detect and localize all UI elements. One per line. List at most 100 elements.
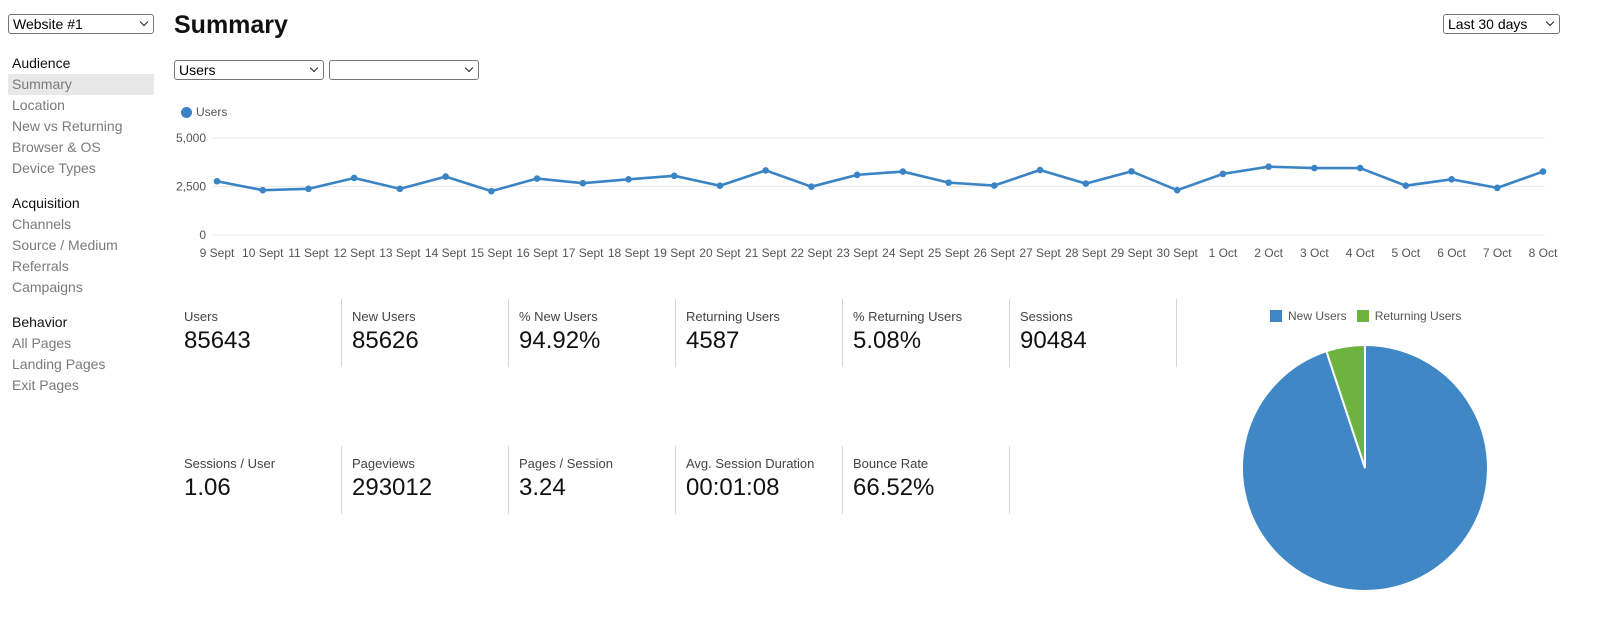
legend-label: Returning Users <box>1374 309 1462 323</box>
data-point[interactable] <box>1265 163 1272 171</box>
stat-label: % Returning Users <box>853 309 963 324</box>
x-tick-label: 16 Sept <box>516 246 558 260</box>
x-tick-label: 29 Sept <box>1111 246 1153 260</box>
data-point[interactable] <box>1448 176 1455 183</box>
stat-divider <box>1009 446 1010 514</box>
x-tick-label: 5 Oct <box>1391 246 1420 260</box>
stat-label: Users <box>184 309 218 324</box>
x-tick-label: 18 Sept <box>608 246 650 260</box>
stat-card: Returning Users 4587 <box>675 299 841 367</box>
x-tick-label: 3 Oct <box>1300 246 1329 260</box>
x-tick-label: 6 Oct <box>1437 246 1466 260</box>
data-point[interactable] <box>991 182 998 189</box>
stat-value: 94.92% <box>519 327 601 354</box>
data-point[interactable] <box>945 179 952 186</box>
data-point[interactable] <box>213 177 221 185</box>
stat-card: % New Users 94.92% <box>508 299 674 367</box>
stat-label: % New Users <box>519 309 598 324</box>
x-tick-label: 10 Sept <box>242 246 284 260</box>
data-point[interactable] <box>1539 168 1547 175</box>
x-tick-label: 20 Sept <box>699 246 741 260</box>
x-tick-label: 8 Oct <box>1529 246 1558 260</box>
x-tick-label: 30 Sept <box>1157 246 1199 260</box>
data-point[interactable] <box>625 176 632 183</box>
stat-label: Pageviews <box>352 456 415 471</box>
data-point[interactable] <box>1311 164 1318 172</box>
stat-label: Sessions <box>1020 309 1073 324</box>
stat-value: 293012 <box>352 474 433 501</box>
stat-value: 90484 <box>1020 327 1087 354</box>
data-point[interactable] <box>305 185 312 193</box>
data-point[interactable] <box>488 187 495 195</box>
x-tick-label: 28 Sept <box>1065 246 1107 260</box>
stat-card: % Returning Users 5.08% <box>842 299 1008 367</box>
data-point[interactable] <box>716 182 724 190</box>
pie-legend-returning-users: Returning Users <box>1356 309 1462 323</box>
data-point[interactable] <box>1402 182 1410 190</box>
stat-value: 00:01:08 <box>686 474 780 501</box>
data-point[interactable] <box>808 183 815 190</box>
stat-card: Avg. Session Duration 00:01:08 <box>675 446 841 514</box>
data-point[interactable] <box>1493 184 1501 192</box>
data-point[interactable] <box>853 171 861 179</box>
stat-card: Pages / Session 3.24 <box>508 446 674 514</box>
data-point[interactable] <box>579 179 587 187</box>
stat-card: Users 85643 <box>174 299 340 367</box>
stat-card: Sessions / User 1.06 <box>174 446 340 514</box>
sidebar-group-title: Behavior <box>12 314 68 330</box>
new-vs-returning-pie-chart <box>1241 343 1489 592</box>
data-point[interactable] <box>1219 170 1227 178</box>
stat-label: Avg. Session Duration <box>686 456 815 471</box>
sidebar-item-campaigns[interactable]: Campaigns <box>8 277 154 298</box>
data-point[interactable] <box>1173 186 1181 194</box>
x-tick-label: 2 Oct <box>1254 246 1283 260</box>
x-tick-label: 19 Sept <box>654 246 696 260</box>
stat-card: New Users 85626 <box>341 299 507 367</box>
stat-divider <box>1176 299 1177 367</box>
x-tick-label: 27 Sept <box>1019 246 1061 260</box>
legend-label: New Users <box>1288 309 1347 323</box>
data-point[interactable] <box>259 186 267 194</box>
x-tick-label: 24 Sept <box>882 246 924 260</box>
data-point[interactable] <box>350 174 358 182</box>
stat-value: 1.06 <box>184 474 231 501</box>
sidebar-item-landing-pages[interactable]: Landing Pages <box>8 354 154 375</box>
stat-label: New Users <box>352 309 416 324</box>
x-tick-label: 14 Sept <box>425 246 467 260</box>
data-point[interactable] <box>1128 168 1135 175</box>
pie-legend-new-users: New Users <box>1270 309 1347 323</box>
stat-label: Pages / Session <box>519 456 613 471</box>
data-point[interactable] <box>899 168 907 175</box>
stat-card: Pageviews 293012 <box>341 446 507 514</box>
pie-chart-legend: New Users Returning Users <box>1270 309 1461 323</box>
data-point[interactable] <box>396 185 404 193</box>
stat-label: Sessions / User <box>184 456 276 471</box>
stat-card: Bounce Rate 66.52% <box>842 446 1008 514</box>
x-tick-label: 25 Sept <box>928 246 970 260</box>
data-point[interactable] <box>1356 164 1364 172</box>
data-point[interactable] <box>442 173 449 180</box>
x-tick-label: 7 Oct <box>1483 246 1512 260</box>
x-tick-label: 26 Sept <box>974 246 1016 260</box>
stat-value: 85626 <box>352 327 419 354</box>
x-tick-label: 13 Sept <box>379 246 421 260</box>
data-point[interactable] <box>762 167 769 174</box>
data-point[interactable] <box>533 175 541 182</box>
sidebar-item-exit-pages[interactable]: Exit Pages <box>8 375 154 396</box>
stat-label: Bounce Rate <box>853 456 929 471</box>
legend-swatch-icon <box>1356 310 1369 322</box>
sidebar-item-all-pages[interactable]: All Pages <box>8 333 154 354</box>
x-tick-label: 4 Oct <box>1346 246 1375 260</box>
data-point[interactable] <box>1036 166 1044 174</box>
stat-value: 85643 <box>184 327 251 354</box>
sidebar-group-behavior: Behavior All Pages Landing Pages Exit Pa… <box>8 312 154 396</box>
x-tick-label: 15 Sept <box>471 246 513 260</box>
stat-value: 3.24 <box>519 474 566 501</box>
y-tick-label: 2,500 <box>176 180 206 194</box>
x-tick-label: 11 Sept <box>288 246 329 260</box>
data-point[interactable] <box>1082 180 1090 187</box>
data-point[interactable] <box>670 172 678 180</box>
stat-value: 4587 <box>686 327 740 354</box>
x-tick-label: 17 Sept <box>562 246 604 260</box>
x-tick-label: 1 Oct <box>1209 246 1238 260</box>
